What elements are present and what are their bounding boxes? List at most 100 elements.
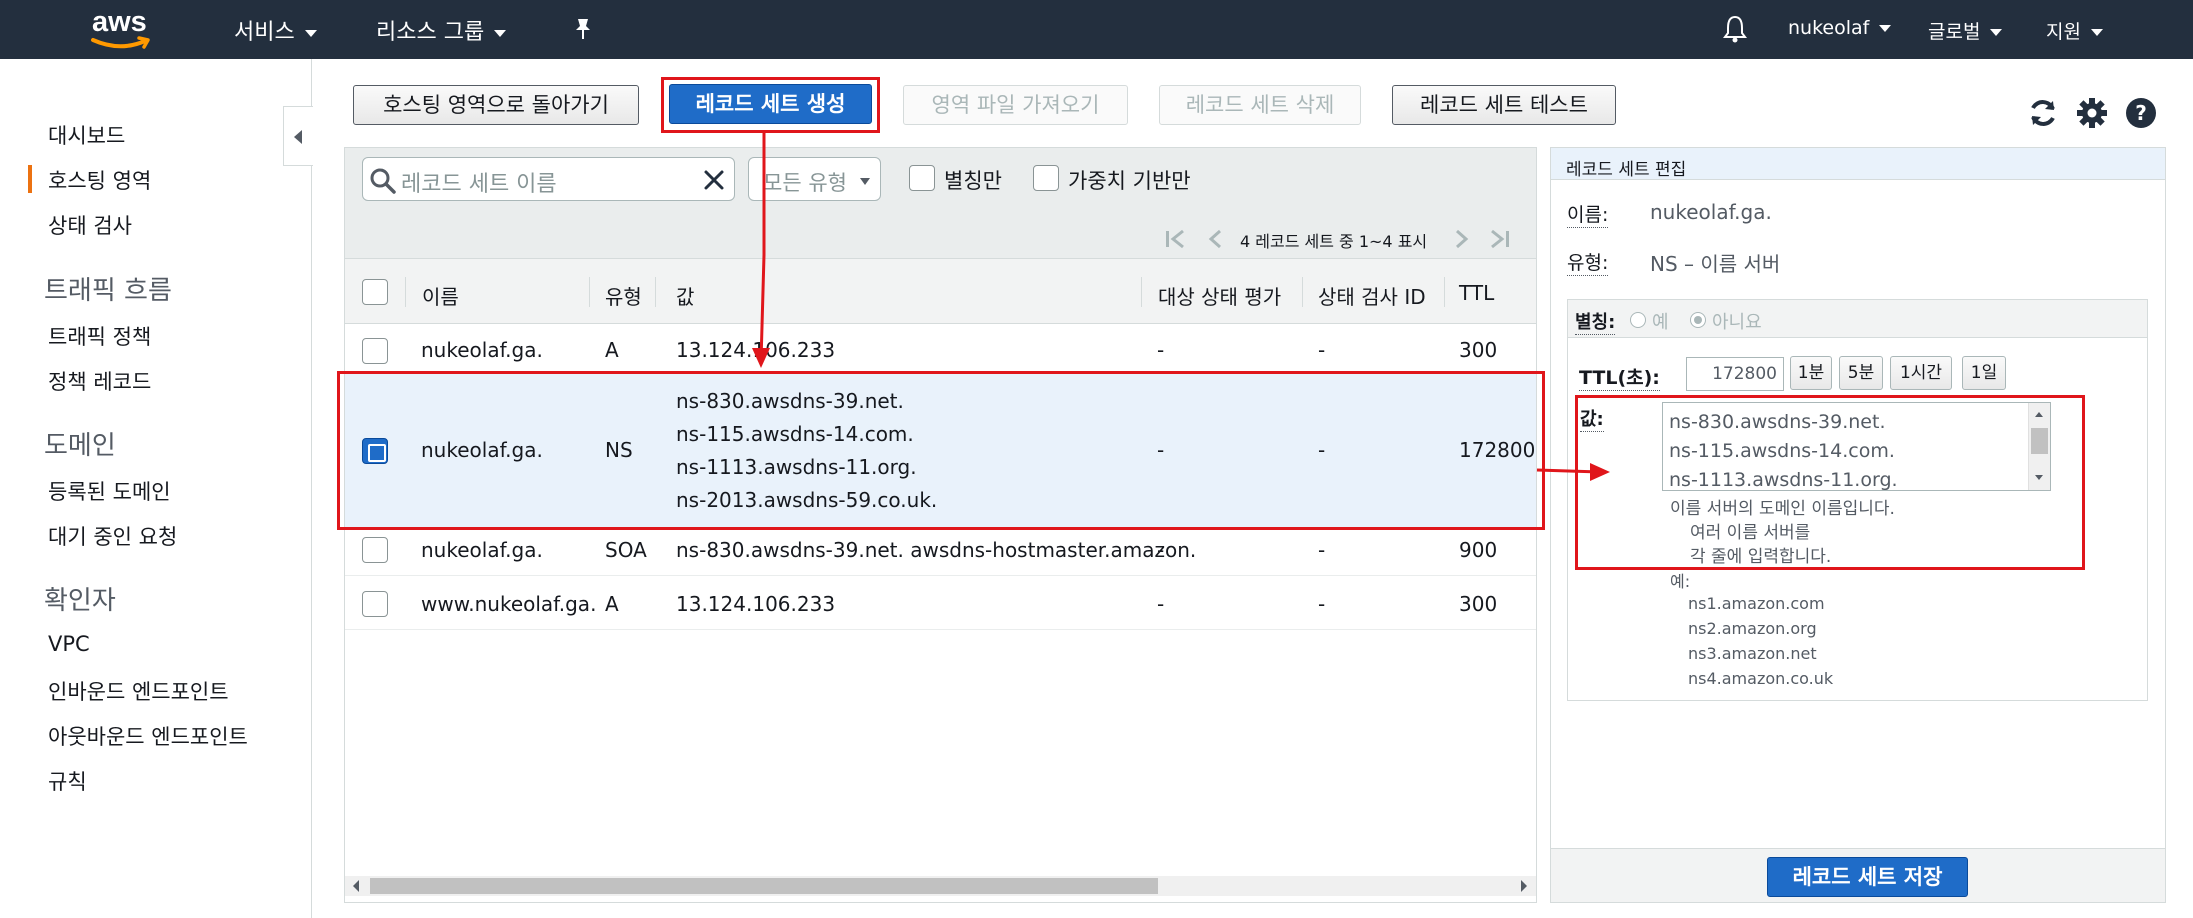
- clear-search-icon[interactable]: [703, 169, 725, 191]
- column-header-name[interactable]: 이름: [422, 281, 459, 310]
- scroll-right-icon[interactable]: [1519, 879, 1529, 893]
- sidebar-item-policy-records[interactable]: 정책 레코드: [48, 366, 151, 396]
- record-type-select[interactable]: 모든 유형: [748, 157, 881, 201]
- alias-no-label: 아니요: [1712, 312, 1762, 333]
- pin-icon[interactable]: [572, 17, 594, 45]
- chevron-down-icon: [494, 29, 507, 37]
- record-eval: -: [1157, 592, 1165, 616]
- alias-only-checkbox[interactable]: [909, 165, 935, 191]
- sidebar-section-domains: 도메인: [44, 431, 116, 461]
- gear-icon[interactable]: [2075, 96, 2109, 130]
- record-health-check: -: [1318, 338, 1326, 362]
- resource-groups-label: 리소스 그룹: [376, 20, 485, 45]
- column-header-type[interactable]: 유형: [605, 281, 642, 310]
- alias-yes-label: 예: [1652, 312, 1669, 333]
- back-to-hosted-zones-button[interactable]: 호스팅 영역으로 돌아가기: [353, 85, 639, 125]
- sidebar-item-registered-domains[interactable]: 등록된 도메인: [48, 476, 171, 506]
- sidebar-item-health-checks[interactable]: 상태 검사: [48, 210, 132, 240]
- selected-row-highlight: [337, 371, 1545, 530]
- name-field-label: 이름:: [1567, 200, 1609, 228]
- services-menu[interactable]: 서비스: [234, 14, 317, 46]
- sidebar-item-pending-requests[interactable]: 대기 중인 요청: [48, 521, 177, 551]
- row-checkbox[interactable]: [362, 537, 388, 563]
- alias-only-label: 별칭만: [944, 169, 1002, 193]
- sidebar-item-inbound-endpoints[interactable]: 인바운드 엔드포인트: [48, 676, 229, 706]
- chevron-down-icon: [304, 29, 317, 37]
- record-ttl: 300: [1459, 338, 1498, 362]
- select-all-checkbox[interactable]: [362, 279, 388, 305]
- ttl-preset-5min-button[interactable]: 5분: [1839, 356, 1883, 390]
- search-placeholder: 레코드 세트 이름: [401, 172, 557, 197]
- record-ttl: 300: [1459, 592, 1498, 616]
- column-divider: [589, 277, 590, 307]
- example-item: ns3.amazon.net: [1688, 644, 1817, 663]
- sidebar-item-traffic-policies[interactable]: 트래픽 정책: [48, 321, 151, 351]
- column-divider: [1444, 277, 1445, 307]
- search-icon: [370, 168, 396, 194]
- last-page-icon[interactable]: [1486, 228, 1512, 250]
- resource-groups-menu[interactable]: 리소스 그룹: [376, 14, 507, 46]
- account-menu[interactable]: nukeolaf: [1788, 17, 1892, 39]
- bell-icon[interactable]: [1722, 14, 1748, 48]
- weighted-only-label: 가중치 기반만: [1068, 169, 1191, 193]
- column-divider: [1141, 277, 1142, 307]
- alias-yes-radio[interactable]: [1630, 312, 1646, 328]
- aws-logo[interactable]: aws: [90, 6, 160, 50]
- delete-record-set-button[interactable]: 레코드 세트 삭제: [1159, 85, 1361, 125]
- horizontal-scrollbar-thumb[interactable]: [370, 878, 1158, 894]
- record-type: A: [605, 338, 619, 362]
- sidebar-active-indicator: [28, 165, 32, 193]
- sidebar-item-vpc[interactable]: VPC: [48, 632, 90, 656]
- sidebar-collapse-toggle[interactable]: [283, 106, 313, 166]
- record-value: 13.124.106.233: [676, 592, 836, 616]
- support-menu[interactable]: 지원: [2046, 17, 2103, 44]
- sidebar-item-hosted-zones[interactable]: 호스팅 영역: [48, 165, 151, 195]
- column-divider: [655, 277, 656, 307]
- column-header-health-check-id[interactable]: 상태 검사 ID: [1318, 281, 1426, 310]
- import-zone-file-button[interactable]: 영역 파일 가져오기: [903, 85, 1128, 125]
- sidebar-item-dashboard[interactable]: 대시보드: [48, 120, 125, 150]
- next-page-icon[interactable]: [1448, 228, 1474, 250]
- chevron-down-icon: [1879, 25, 1892, 32]
- example-label: 예:: [1670, 572, 1691, 591]
- example-item: ns1.amazon.com: [1688, 594, 1825, 613]
- row-checkbox[interactable]: [362, 338, 388, 364]
- first-page-icon[interactable]: [1163, 228, 1189, 250]
- sidebar-item-outbound-endpoints[interactable]: 아웃바운드 엔드포인트: [48, 721, 248, 751]
- row-checkbox[interactable]: [362, 591, 388, 617]
- example-item: ns2.amazon.org: [1688, 619, 1817, 638]
- name-field-value: nukeolaf.ga.: [1650, 200, 1772, 224]
- scroll-left-icon[interactable]: [351, 879, 361, 893]
- record-health-check: -: [1318, 592, 1326, 616]
- aws-logo-text: aws: [92, 6, 147, 38]
- ttl-label: TTL(초):: [1579, 363, 1660, 391]
- test-record-set-button[interactable]: 레코드 세트 테스트: [1392, 85, 1616, 125]
- record-eval: -: [1157, 538, 1165, 562]
- type-field-label: 유형:: [1567, 248, 1609, 276]
- record-ttl: 900: [1459, 538, 1498, 562]
- column-divider: [405, 277, 406, 307]
- record-name: nukeolaf.ga.: [421, 538, 543, 562]
- ttl-preset-1min-button[interactable]: 1분: [1790, 356, 1832, 390]
- weighted-only-checkbox[interactable]: [1033, 165, 1059, 191]
- save-record-set-button[interactable]: 레코드 세트 저장: [1767, 857, 1968, 897]
- ttl-input[interactable]: 172800: [1686, 357, 1784, 391]
- alias-no-radio[interactable]: [1690, 312, 1706, 328]
- column-divider: [1302, 277, 1303, 307]
- refresh-icon[interactable]: [2026, 96, 2060, 130]
- sidebar-item-rules[interactable]: 규칙: [48, 766, 87, 796]
- record-name: nukeolaf.ga.: [421, 338, 543, 362]
- ttl-preset-1hour-button[interactable]: 1시간: [1890, 356, 1952, 390]
- record-set-search-input[interactable]: 레코드 세트 이름: [362, 157, 735, 201]
- column-header-ttl[interactable]: TTL: [1459, 281, 1494, 305]
- support-label: 지원: [2046, 21, 2081, 43]
- region-menu[interactable]: 글로벌: [1928, 17, 2003, 44]
- create-record-set-button[interactable]: 레코드 세트 생성: [669, 84, 872, 124]
- help-icon[interactable]: ?: [2124, 96, 2158, 130]
- record-type: A: [605, 592, 619, 616]
- ttl-preset-1day-button[interactable]: 1일: [1962, 356, 2006, 390]
- previous-page-icon[interactable]: [1203, 228, 1229, 250]
- column-header-value[interactable]: 값: [676, 281, 694, 310]
- column-header-eval-target-health[interactable]: 대상 상태 평가: [1158, 281, 1281, 310]
- type-field-value: NS – 이름 서버: [1650, 252, 1781, 276]
